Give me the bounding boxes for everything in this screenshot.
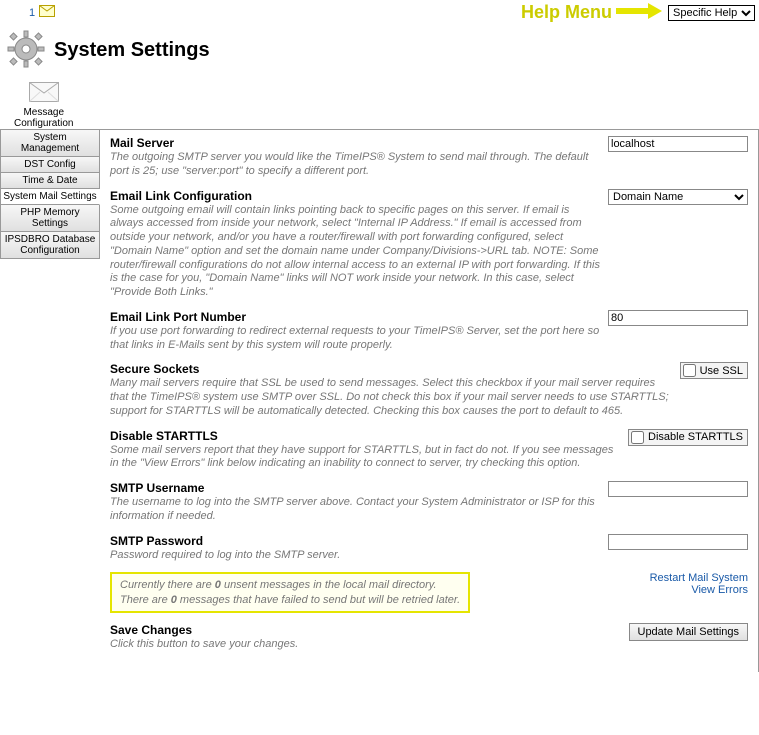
view-errors-link[interactable]: View Errors	[650, 584, 748, 596]
disable-starttls-checkbox-label: Disable STARTTLS	[648, 431, 743, 443]
save-changes-label: Save Changes	[110, 623, 621, 637]
setting-smtp-username: SMTP Username The username to log into t…	[110, 481, 748, 524]
page-header: System Settings	[0, 25, 759, 80]
smtp-username-input[interactable]	[608, 481, 748, 497]
smtp-username-desc: The username to log into the SMTP server…	[110, 496, 600, 524]
tab-label-line2: Configuration	[14, 118, 73, 129]
email-link-config-select[interactable]: Domain Name	[608, 189, 748, 205]
email-link-port-label: Email Link Port Number	[110, 310, 600, 324]
setting-email-link-config: Email Link Configuration Some outgoing e…	[110, 189, 748, 300]
tab-message-configuration[interactable]: Message Configuration	[0, 80, 77, 129]
disable-starttls-checkbox-wrap[interactable]: Disable STARTTLS	[628, 429, 748, 446]
restart-mail-system-link[interactable]: Restart Mail System	[650, 572, 748, 584]
setting-disable-starttls: Disable STARTTLS Some mail servers repor…	[110, 429, 748, 472]
disable-starttls-desc: Some mail servers report that they have …	[110, 444, 620, 472]
secure-sockets-label: Secure Sockets	[110, 362, 672, 376]
arrow-right-icon	[616, 3, 662, 22]
use-ssl-checkbox[interactable]	[683, 364, 696, 377]
smtp-password-desc: Password required to log into the SMTP s…	[110, 549, 600, 563]
sidenav-php-memory-settings[interactable]: PHP Memory Settings	[1, 205, 99, 232]
sidenav-time-date[interactable]: Time & Date	[1, 173, 99, 189]
sidenav-dst-config[interactable]: DST Config	[1, 157, 99, 173]
sidenav-system-management[interactable]: System Management	[1, 130, 99, 157]
top-bar: 1 Help Menu Specific Help	[0, 0, 759, 25]
mail-queue-status: Currently there are 0 unsent messages in…	[110, 572, 470, 613]
email-link-port-input[interactable]	[608, 310, 748, 326]
smtp-password-label: SMTP Password	[110, 534, 600, 548]
sidenav-ipsdbro-database-config[interactable]: IPSDBRO Database Configuration	[1, 232, 99, 259]
email-link-config-label: Email Link Configuration	[110, 189, 600, 203]
smtp-password-input[interactable]	[608, 534, 748, 550]
save-changes-desc: Click this button to save your changes.	[110, 638, 621, 652]
help-select[interactable]: Specific Help	[668, 5, 755, 21]
disable-starttls-label: Disable STARTTLS	[110, 429, 620, 443]
tab-label-line1: Message	[23, 107, 64, 118]
mail-server-desc: The outgoing SMTP server you would like …	[110, 151, 600, 179]
sidenav-system-mail-settings[interactable]: System Mail Settings	[1, 189, 100, 205]
use-ssl-checkbox-wrap[interactable]: Use SSL	[680, 362, 748, 379]
envelope-icon[interactable]	[39, 5, 55, 20]
side-nav: System Management DST Config Time & Date…	[0, 129, 100, 259]
help-menu-label: Help Menu	[521, 2, 612, 23]
update-mail-settings-button[interactable]: Update Mail Settings	[629, 623, 749, 641]
email-link-port-desc: If you use port forwarding to redirect e…	[110, 325, 600, 353]
mail-server-label: Mail Server	[110, 136, 600, 150]
mail-server-input[interactable]	[608, 136, 748, 152]
setting-mail-server: Mail Server The outgoing SMTP server you…	[110, 136, 748, 179]
smtp-username-label: SMTP Username	[110, 481, 600, 495]
email-link-config-desc: Some outgoing email will contain links p…	[110, 204, 600, 300]
page-title: System Settings	[54, 39, 210, 62]
setting-save-changes: Save Changes Click this button to save y…	[110, 623, 748, 652]
setting-secure-sockets: Secure Sockets Many mail servers require…	[110, 362, 748, 418]
setting-email-link-port: Email Link Port Number If you use port f…	[110, 310, 748, 353]
use-ssl-checkbox-label: Use SSL	[700, 365, 743, 377]
disable-starttls-checkbox[interactable]	[631, 431, 644, 444]
setting-smtp-password: SMTP Password Password required to log i…	[110, 534, 748, 563]
main-panel: Mail Server The outgoing SMTP server you…	[100, 129, 759, 672]
secure-sockets-desc: Many mail servers require that SSL be us…	[110, 377, 672, 418]
gear-icon	[6, 29, 46, 72]
notification-count[interactable]: 1	[29, 7, 35, 19]
envelope-large-icon	[29, 82, 59, 105]
